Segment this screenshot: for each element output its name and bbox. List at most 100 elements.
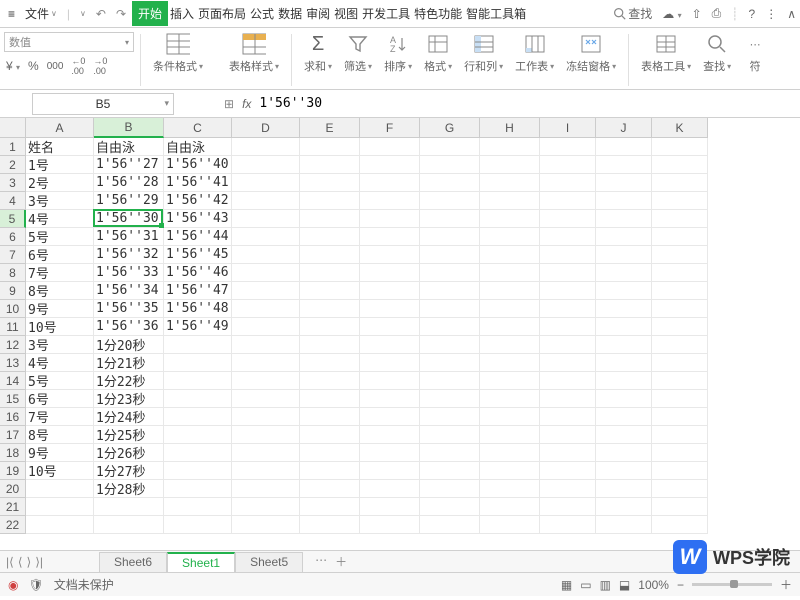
- cell[interactable]: [480, 408, 540, 426]
- cell[interactable]: [540, 354, 596, 372]
- menu-tab-8[interactable]: 特色功能: [412, 1, 464, 26]
- cell[interactable]: [164, 462, 232, 480]
- menu-tab-2[interactable]: 页面布局: [196, 1, 248, 26]
- cell[interactable]: [420, 192, 480, 210]
- cell[interactable]: [652, 192, 708, 210]
- cell[interactable]: 1号: [26, 156, 94, 174]
- app-menu-icon[interactable]: ≡: [4, 5, 19, 23]
- cell[interactable]: 姓名: [26, 138, 94, 156]
- cell[interactable]: [480, 318, 540, 336]
- cell[interactable]: [164, 426, 232, 444]
- cell[interactable]: [540, 282, 596, 300]
- cell[interactable]: [540, 228, 596, 246]
- formula-input[interactable]: [259, 96, 659, 111]
- row-header[interactable]: 15: [0, 390, 26, 408]
- cell[interactable]: [232, 156, 300, 174]
- cell[interactable]: 1分28秒: [94, 480, 164, 498]
- cell[interactable]: [540, 390, 596, 408]
- row-header[interactable]: 7: [0, 246, 26, 264]
- cell[interactable]: [232, 264, 300, 282]
- cell[interactable]: 3号: [26, 336, 94, 354]
- select-all-corner[interactable]: [0, 118, 26, 138]
- sheet-tab[interactable]: Sheet6: [99, 552, 167, 572]
- cell[interactable]: [652, 318, 708, 336]
- cell[interactable]: [596, 480, 652, 498]
- conditional-format-button[interactable]: 条件格式▾: [147, 32, 209, 74]
- cell[interactable]: [232, 408, 300, 426]
- row-header[interactable]: 14: [0, 372, 26, 390]
- cell[interactable]: [300, 336, 360, 354]
- view-page-icon[interactable]: ▥: [600, 578, 611, 592]
- record-icon[interactable]: ◉: [8, 578, 18, 592]
- help-icon[interactable]: ?: [749, 7, 756, 21]
- cell[interactable]: [164, 516, 232, 534]
- find-button[interactable]: 查找▾: [697, 32, 737, 74]
- cell[interactable]: [300, 228, 360, 246]
- cell[interactable]: [420, 498, 480, 516]
- cell[interactable]: [596, 354, 652, 372]
- cell[interactable]: 1分24秒: [94, 408, 164, 426]
- cell[interactable]: 1'56''36: [94, 318, 164, 336]
- col-header[interactable]: J: [596, 118, 652, 138]
- cell[interactable]: [232, 228, 300, 246]
- cell[interactable]: [480, 156, 540, 174]
- cell[interactable]: [480, 210, 540, 228]
- cell[interactable]: [420, 462, 480, 480]
- cell[interactable]: [652, 336, 708, 354]
- sheet-next-icon[interactable]: ⟩: [27, 555, 32, 569]
- cell[interactable]: 6号: [26, 246, 94, 264]
- protect-icon[interactable]: 🛡: [28, 578, 43, 592]
- cell[interactable]: [232, 192, 300, 210]
- menu-tab-7[interactable]: 开发工具: [360, 1, 412, 26]
- cell[interactable]: [480, 516, 540, 534]
- cell[interactable]: [420, 138, 480, 156]
- cell[interactable]: [232, 318, 300, 336]
- cell[interactable]: [596, 372, 652, 390]
- cell[interactable]: 1'56''40: [164, 156, 232, 174]
- cell[interactable]: [652, 246, 708, 264]
- cell[interactable]: [480, 480, 540, 498]
- cell[interactable]: [420, 300, 480, 318]
- zoom-slider[interactable]: [692, 583, 772, 586]
- cell[interactable]: 9号: [26, 300, 94, 318]
- format-button[interactable]: 格式▾: [418, 32, 458, 74]
- cell[interactable]: [300, 444, 360, 462]
- cell[interactable]: [652, 408, 708, 426]
- menu-tab-1[interactable]: 插入: [168, 1, 196, 26]
- row-header[interactable]: 10: [0, 300, 26, 318]
- cell[interactable]: [480, 246, 540, 264]
- row-header[interactable]: 20: [0, 480, 26, 498]
- cell[interactable]: [232, 498, 300, 516]
- freeze-panes-button[interactable]: 冻结窗格▾: [560, 32, 622, 74]
- cell[interactable]: [596, 408, 652, 426]
- col-header[interactable]: I: [540, 118, 596, 138]
- cell[interactable]: [540, 192, 596, 210]
- cell[interactable]: 4号: [26, 354, 94, 372]
- cell[interactable]: 1分25秒: [94, 426, 164, 444]
- cell[interactable]: [596, 516, 652, 534]
- row-header[interactable]: 21: [0, 498, 26, 516]
- col-header[interactable]: K: [652, 118, 708, 138]
- cell[interactable]: [540, 462, 596, 480]
- cell[interactable]: [232, 336, 300, 354]
- cell[interactable]: [164, 498, 232, 516]
- cell[interactable]: 1'56''28: [94, 174, 164, 192]
- cell[interactable]: [480, 372, 540, 390]
- cell[interactable]: [540, 480, 596, 498]
- cell[interactable]: [652, 480, 708, 498]
- cell[interactable]: [360, 156, 420, 174]
- cell[interactable]: [480, 228, 540, 246]
- cell[interactable]: [652, 516, 708, 534]
- row-header[interactable]: 2: [0, 156, 26, 174]
- cell[interactable]: [596, 192, 652, 210]
- cell[interactable]: [596, 426, 652, 444]
- sheet-add-icon[interactable]: ＋: [335, 553, 347, 570]
- cell[interactable]: [596, 138, 652, 156]
- cell[interactable]: [300, 192, 360, 210]
- menu-tab-4[interactable]: 数据: [276, 1, 304, 26]
- cell[interactable]: [480, 174, 540, 192]
- cell[interactable]: [360, 174, 420, 192]
- cell[interactable]: [360, 192, 420, 210]
- cell[interactable]: [420, 156, 480, 174]
- cell[interactable]: [300, 282, 360, 300]
